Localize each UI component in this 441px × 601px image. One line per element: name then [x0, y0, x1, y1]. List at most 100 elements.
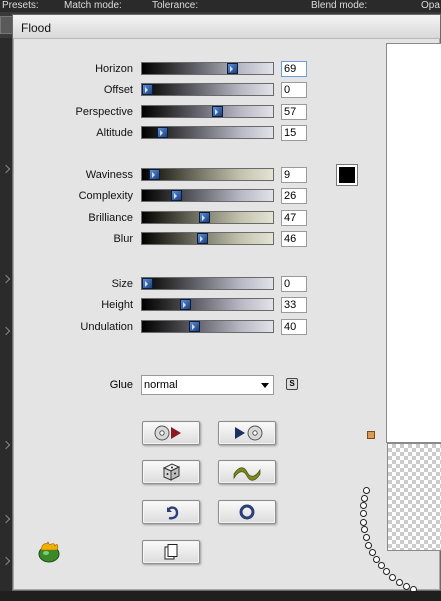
flood-dialog: Flood Horizon 69 Offset 0 Perspective 57 Altit…	[12, 14, 441, 593]
height-row: Height 33	[13, 297, 313, 314]
brilliance-value-field[interactable]: 47	[281, 210, 307, 226]
perspective-slider-handle[interactable]	[211, 106, 223, 117]
host-label-match-mode: Match mode:	[64, 0, 122, 11]
height-label: Height	[101, 299, 133, 311]
navigator-dot	[395, 578, 403, 586]
navigator-dot	[359, 518, 367, 526]
horizon-row: Horizon 69	[13, 61, 313, 78]
glue-select[interactable]: normal	[141, 375, 274, 395]
size-value-field[interactable]: 0	[281, 276, 307, 292]
disc-play-icon	[154, 425, 181, 441]
navigator-dot	[365, 541, 373, 549]
waviness-value-field[interactable]: 9	[281, 167, 307, 183]
horizon-label: Horizon	[95, 63, 133, 75]
complexity-row: Complexity 26	[13, 188, 313, 205]
navigator-dot	[389, 573, 397, 581]
brilliance-label: Brilliance	[88, 212, 133, 224]
size-slider-handle[interactable]	[142, 278, 153, 289]
dice-icon	[162, 463, 181, 481]
glue-shortcut-button[interactable]: S	[286, 378, 298, 390]
navigator-dot	[362, 534, 370, 542]
altitude-slider[interactable]	[141, 126, 274, 139]
waviness-slider-handle[interactable]	[148, 169, 160, 180]
altitude-value-field[interactable]: 15	[281, 125, 307, 141]
size-row: Size 0	[13, 276, 313, 293]
undulation-value-field[interactable]: 40	[281, 319, 307, 335]
navigator-dot	[368, 549, 376, 557]
copy-button[interactable]	[142, 540, 200, 564]
host-label-blend-mode: Blend mode:	[311, 0, 368, 11]
offset-slider-handle[interactable]	[142, 84, 153, 95]
waviness-label: Waviness	[85, 169, 133, 181]
ring-icon	[239, 504, 255, 520]
host-label-opacity: Opa	[421, 0, 440, 11]
undo-button[interactable]	[142, 500, 200, 524]
size-label: Size	[111, 278, 133, 290]
altitude-slider-handle[interactable]	[156, 127, 168, 138]
host-toolbar: Presets: Match mode: Tolerance: Blend mo…	[0, 0, 441, 12]
undulation-slider-handle[interactable]	[189, 321, 201, 332]
blur-label: Blur	[113, 233, 133, 245]
size-slider[interactable]	[141, 277, 274, 290]
reset-button[interactable]	[218, 500, 276, 524]
complexity-slider-handle[interactable]	[171, 190, 183, 201]
navigator-dot	[363, 486, 371, 494]
color-swatch[interactable]	[337, 165, 357, 185]
perspective-label: Perspective	[75, 106, 133, 118]
chevron-down-icon	[261, 383, 269, 388]
height-slider-handle[interactable]	[180, 299, 192, 310]
horizon-slider-handle[interactable]	[227, 63, 239, 74]
undulation-label: Undulation	[80, 321, 133, 333]
navigator-dot	[402, 582, 410, 590]
dialog-title: Flood	[21, 21, 52, 35]
flaming-pear-logo-icon	[38, 540, 60, 563]
wave-icon	[233, 467, 261, 481]
altitude-label: Altitude	[96, 127, 133, 139]
navigator-dot	[360, 526, 368, 534]
offset-slider[interactable]	[141, 83, 274, 96]
altitude-row: Altitude 15	[13, 125, 313, 142]
navigator-dot	[359, 510, 367, 518]
brilliance-row: Brilliance 47	[13, 210, 313, 227]
undulation-row: Undulation 40	[13, 319, 313, 336]
preview-pane[interactable]	[386, 43, 441, 443]
wave-button[interactable]	[218, 460, 276, 484]
undo-icon	[167, 506, 179, 520]
undulation-slider[interactable]	[141, 320, 274, 333]
preset-load-button[interactable]	[218, 421, 276, 445]
blur-slider[interactable]	[141, 232, 274, 245]
perspective-row: Perspective 57	[13, 104, 313, 121]
offset-row: Offset 0	[13, 82, 313, 99]
blur-row: Blur 46	[13, 231, 313, 248]
complexity-label: Complexity	[78, 190, 133, 202]
complexity-slider[interactable]	[141, 189, 274, 202]
waviness-row: Waviness 9	[13, 167, 313, 184]
glue-label: Glue	[109, 379, 133, 391]
play-disc-icon	[235, 425, 263, 441]
host-status-bar	[0, 591, 441, 601]
offset-value-field[interactable]: 0	[281, 82, 307, 98]
waviness-slider[interactable]	[141, 168, 274, 181]
height-value-field[interactable]: 33	[281, 297, 307, 313]
navigator-dot	[361, 494, 369, 502]
perspective-value-field[interactable]: 57	[281, 104, 307, 120]
navigator-thumbnail[interactable]	[387, 443, 441, 551]
complexity-value-field[interactable]: 26	[281, 188, 307, 204]
horizon-value-field[interactable]: 69	[281, 61, 307, 77]
navigator-handle-icon[interactable]	[367, 431, 375, 439]
brilliance-slider[interactable]	[141, 211, 274, 224]
perspective-slider[interactable]	[141, 105, 274, 118]
dialog-titlebar[interactable]: Flood	[13, 15, 440, 39]
horizon-slider[interactable]	[141, 62, 274, 75]
host-label-tolerance: Tolerance:	[152, 0, 199, 11]
navigator-dot	[360, 502, 367, 510]
blur-slider-handle[interactable]	[197, 233, 209, 244]
offset-label: Offset	[103, 84, 133, 96]
height-slider[interactable]	[141, 298, 274, 311]
glue-value: normal	[144, 379, 178, 391]
copy-icon	[164, 544, 178, 560]
randomize-button[interactable]	[142, 460, 200, 484]
preset-save-button[interactable]	[142, 421, 200, 445]
blur-value-field[interactable]: 46	[281, 231, 307, 247]
brilliance-slider-handle[interactable]	[198, 212, 210, 223]
